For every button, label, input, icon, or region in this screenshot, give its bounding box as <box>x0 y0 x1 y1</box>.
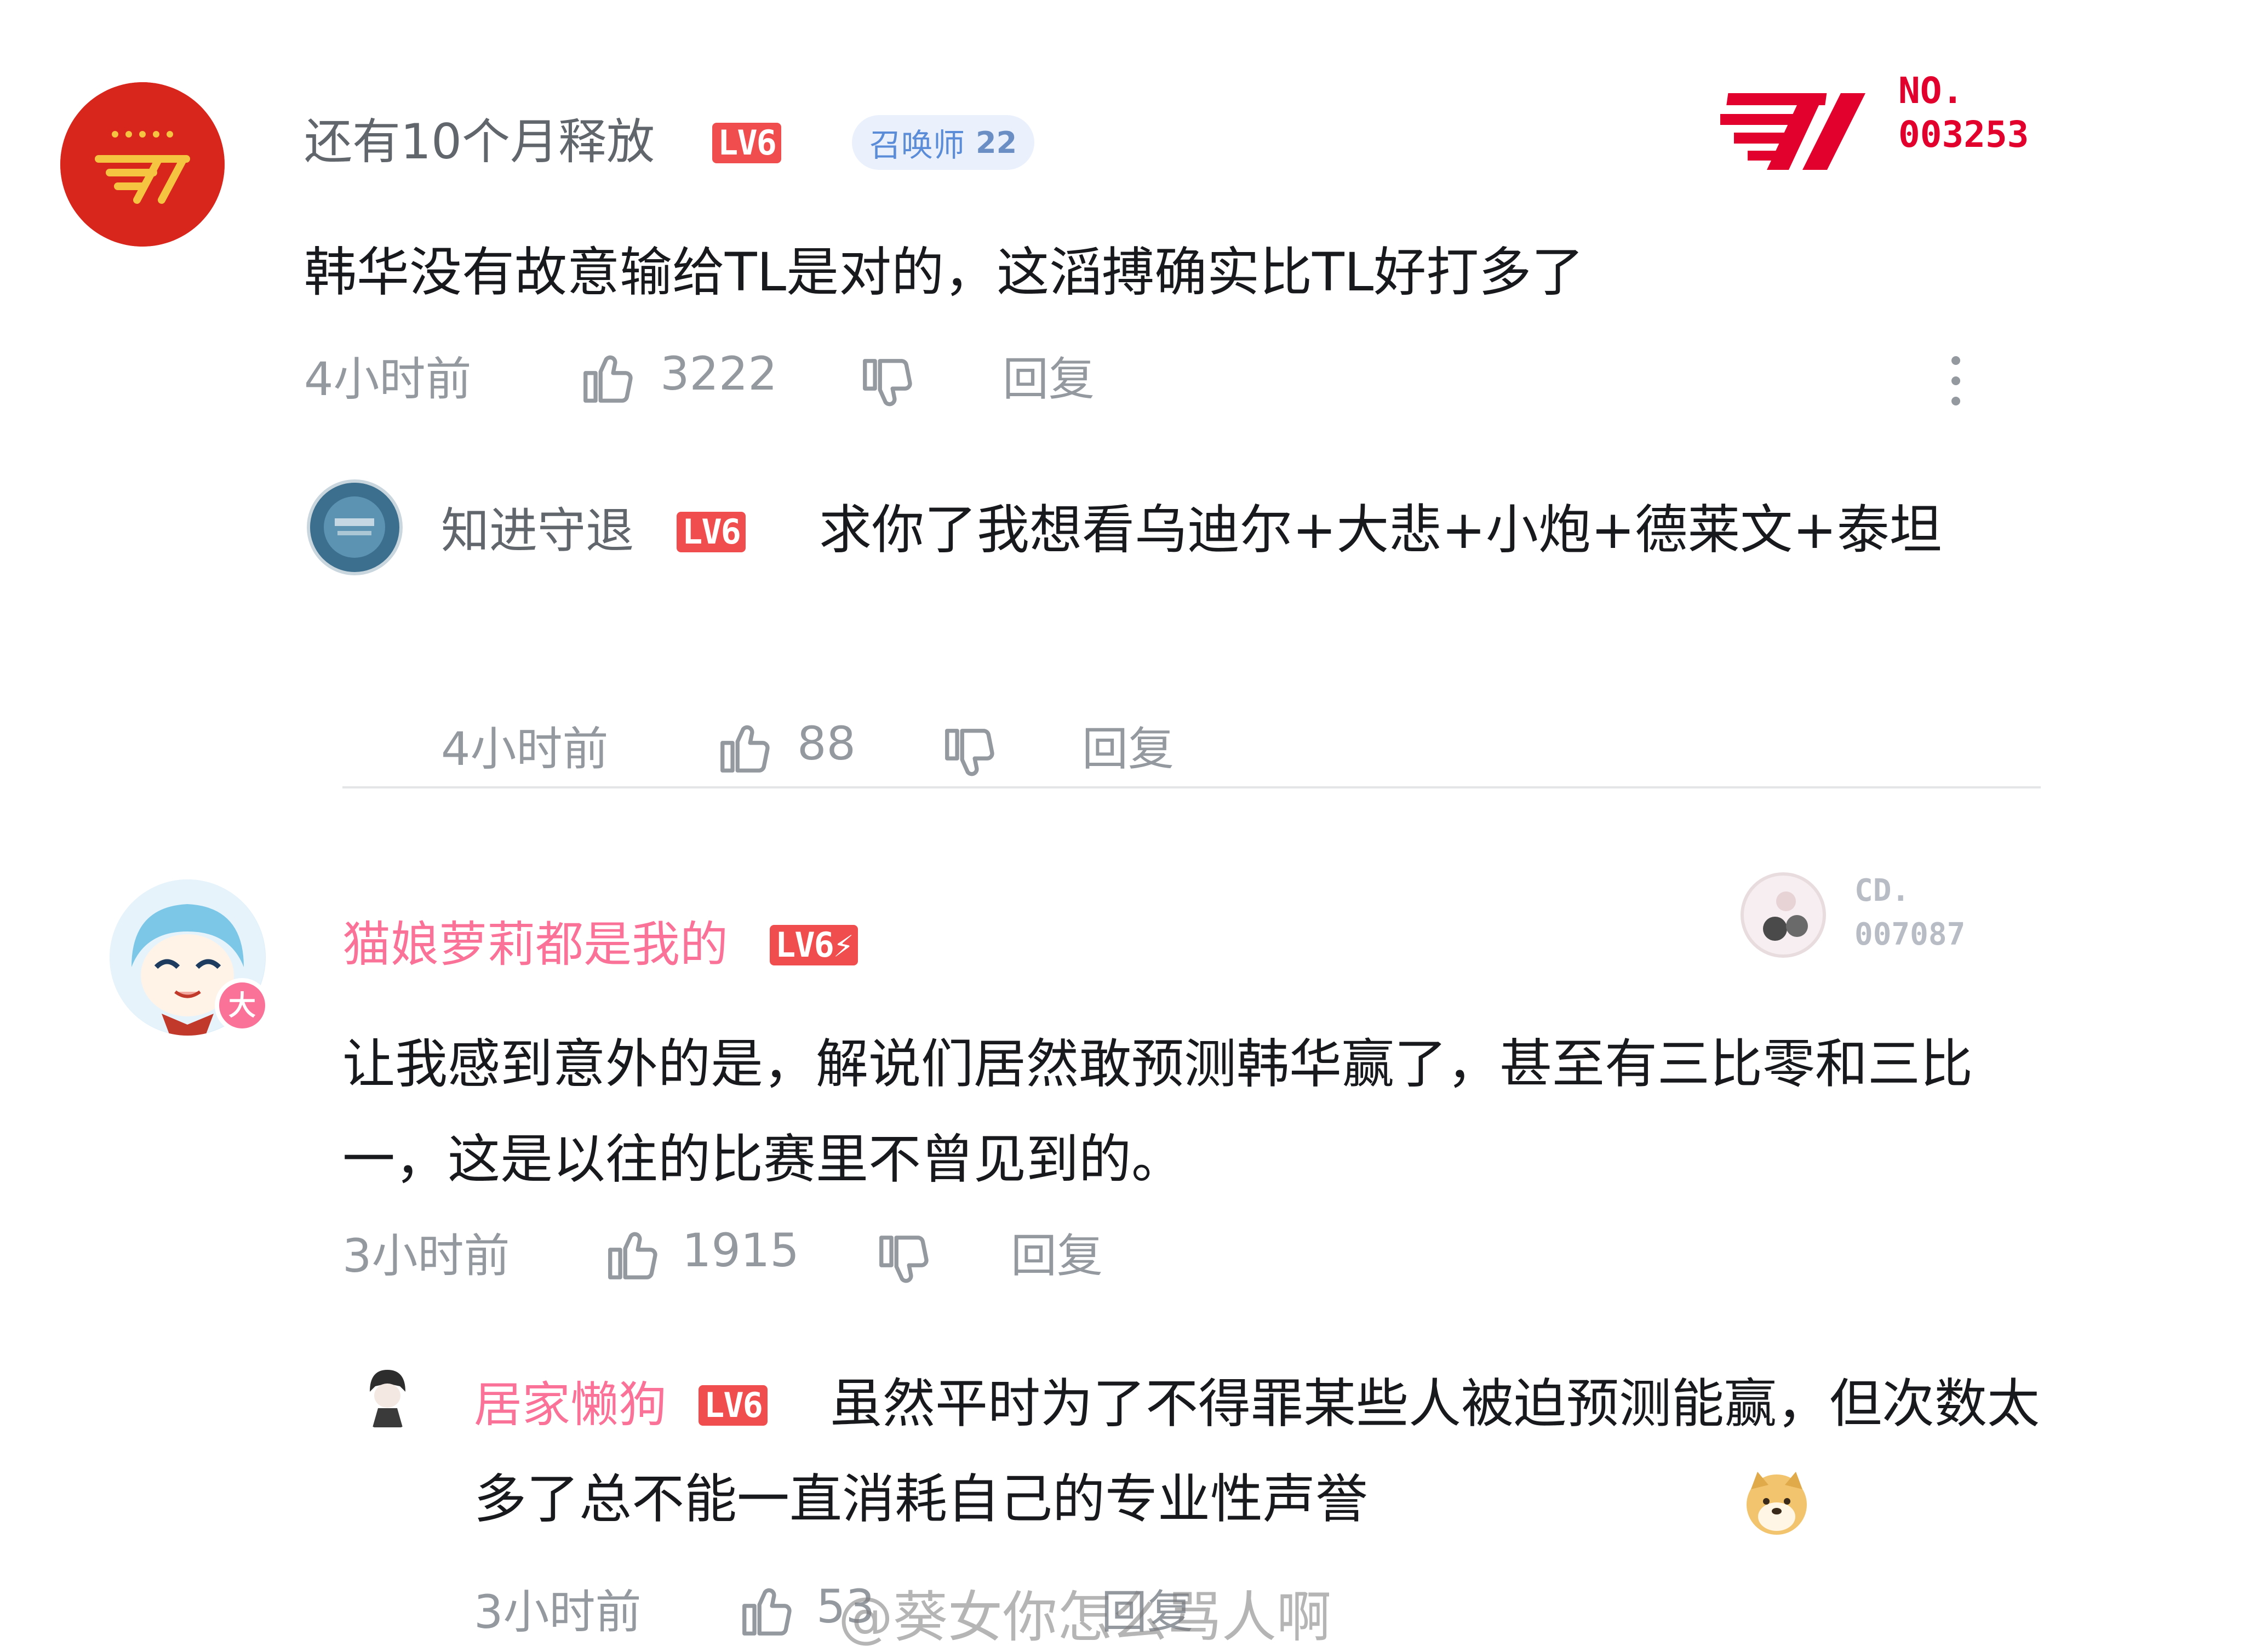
dislike-icon <box>879 1236 929 1283</box>
reply-content: 求你了我想看乌迪尔+大悲+小炮+德莱文+泰坦 <box>441 482 2057 578</box>
like-button[interactable] <box>578 348 638 408</box>
user-avatar[interactable] <box>60 82 225 247</box>
like-icon <box>742 1588 792 1636</box>
like-button[interactable] <box>603 1225 663 1285</box>
t1-logo-icon <box>1720 93 1865 170</box>
reply-button[interactable]: 回复 <box>1082 726 1174 772</box>
dislike-icon <box>945 729 994 776</box>
medal-level: 22 <box>976 125 1017 160</box>
avatar-badge-label: 大 <box>228 990 256 1021</box>
like-icon <box>608 1232 657 1279</box>
like-button[interactable] <box>737 1581 797 1641</box>
like-count: 1915 <box>682 1224 799 1277</box>
more-button[interactable] <box>1939 351 1972 411</box>
avatar-badge: 大 <box>215 978 270 1033</box>
fan-card[interactable]: CD. 007087 <box>1737 868 2043 973</box>
comment-section: 还有10个月释放 LV6 召唤师 22 NO. 003253 韩华没有故意输给T… <box>0 0 2244 1649</box>
reply-time: 3小时前 <box>474 1585 642 1639</box>
comment-time: 4小时前 <box>304 352 472 406</box>
fan-card-image <box>1741 872 1826 958</box>
watermark: @葵女你怎么骂人啊 <box>838 1585 1331 1649</box>
avatar-image <box>353 1362 421 1430</box>
like-count: 3222 <box>660 347 777 401</box>
dislike-button[interactable] <box>857 353 918 414</box>
t1-logo-icon <box>60 82 225 247</box>
fan-card-number: 003253 <box>1898 113 2029 156</box>
comment-content: 韩华没有故意输给TL是对的，这滔搏确实比TL好打多了 <box>304 242 1584 303</box>
doge-emoji <box>1385 1467 1807 1539</box>
divider <box>342 786 2041 788</box>
fan-card[interactable]: NO. 003253 <box>1709 71 2082 175</box>
dislike-button[interactable] <box>940 723 1000 784</box>
fan-card-label: NO. <box>1898 70 1964 112</box>
medal-badge[interactable]: 召唤师 22 <box>852 115 1035 170</box>
reply-button[interactable]: 回复 <box>1011 1233 1103 1279</box>
dislike-icon <box>863 359 912 407</box>
comment-content: 让我感到意外的是，解说们居然敢预测韩华赢了，甚至有三比零和三比一，这是以往的比赛… <box>342 1033 1973 1190</box>
medal-label: 召唤师 <box>869 127 965 164</box>
dislike-button[interactable] <box>874 1230 934 1290</box>
reply-user-avatar[interactable] <box>307 479 403 575</box>
username[interactable]: 猫娘萝莉都是我的 <box>342 921 728 969</box>
level-badge: LV6⚡ <box>770 925 858 965</box>
more-icon <box>1951 356 1960 405</box>
reply-user-avatar[interactable] <box>353 1362 422 1430</box>
fan-card-number: 007087 <box>1854 917 1966 952</box>
like-count: 88 <box>797 717 856 770</box>
username[interactable]: 还有10个月释放 <box>304 118 655 166</box>
reply-button[interactable]: 回复 <box>1003 356 1095 402</box>
reply-content: 虽然平时为了不得罪某些人被迫预测能赢，但次数太多了总不能一直消耗自己的专业性声誉 <box>474 1356 2052 1547</box>
level-badge: LV6 <box>712 123 781 163</box>
like-icon <box>720 725 770 773</box>
comment-time: 3小时前 <box>342 1229 510 1283</box>
reply-time: 4小时前 <box>441 722 609 776</box>
like-button[interactable] <box>715 718 775 778</box>
fan-card-label: CD. <box>1854 873 1910 908</box>
like-icon <box>583 355 633 403</box>
avatar-image <box>310 483 399 571</box>
reply-text: 求你了我想看乌迪尔+大悲+小炮+德莱文+泰坦 <box>819 499 1942 561</box>
